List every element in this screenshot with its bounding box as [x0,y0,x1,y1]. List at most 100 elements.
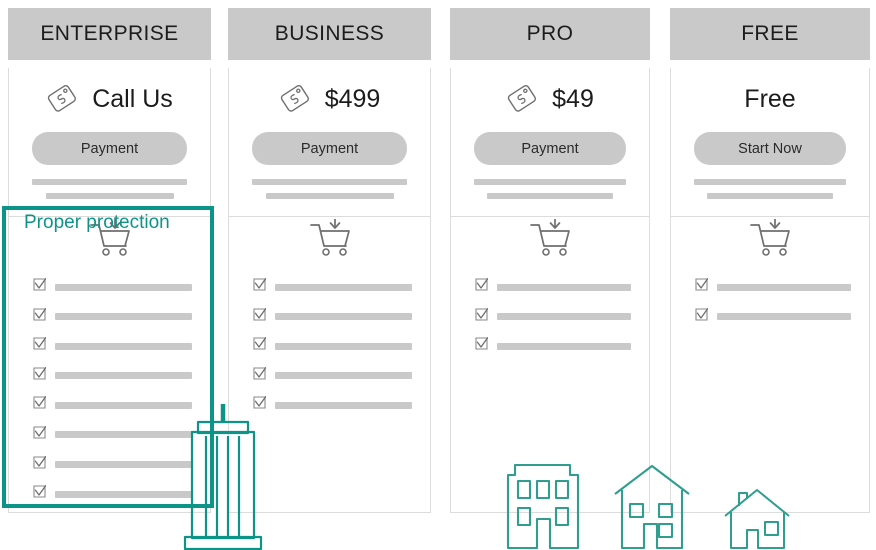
plan-body-business: $499 Payment [228,68,431,513]
placeholder-bar [45,193,174,199]
section-divider [451,216,649,217]
feature-list-pro [475,276,631,355]
placeholder-bar [265,193,394,199]
checkbox-checked-icon [33,305,48,326]
feature-row [253,335,412,355]
price-row-free: Free [671,68,869,130]
plan-name-free: FREE [741,22,799,45]
feature-row [475,335,631,355]
plan-name-enterprise: ENTERPRISE [40,22,179,45]
feature-row [253,276,412,296]
shopping-cart-download-icon [305,217,355,266]
plan-price-pro: $49 [552,84,594,113]
feature-placeholder-bar [55,490,192,498]
feature-row [253,394,412,414]
checkbox-checked-icon [33,364,48,385]
cta-wrap-pro: Payment [451,132,649,165]
checkbox-checked-icon [253,335,268,355]
price-tag-icon [46,81,82,118]
shopping-cart-download-icon [745,217,795,266]
plan-header-enterprise: ENTERPRISE [8,8,211,60]
placeholder-bars-free [671,179,869,199]
feature-row [33,276,192,296]
placeholder-bars-pro [451,179,649,199]
cart-icon-wrap-pro [451,217,649,266]
plan-price-enterprise: Call Us [92,84,173,113]
checkbox-checked-icon [253,305,268,326]
feature-placeholder-bar [497,283,631,291]
plan-header-pro: PRO [450,8,650,60]
checkbox-checked-icon [695,305,710,326]
cta-wrap-business: Payment [229,132,430,165]
price-row-pro: $49 [451,68,649,130]
payment-button-enterprise[interactable]: Payment [32,132,187,165]
feature-placeholder-bar [55,431,192,439]
checkbox-checked-icon [33,483,48,503]
payment-button-business[interactable]: Payment [252,132,407,165]
checkbox-checked-icon [253,394,268,414]
feature-row [253,364,412,385]
cart-icon-wrap-free [671,217,869,266]
highlight-label-proper-protection: Proper protection [24,212,170,233]
feature-list-free [695,276,851,326]
feature-placeholder-bar [55,342,192,350]
feature-placeholder-bar [717,313,851,321]
payment-button-pro[interactable]: Payment [474,132,626,165]
feature-placeholder-bar [497,342,631,350]
plan-body-free: Free Start Now [670,68,870,513]
price-row-enterprise: Call Us [9,68,210,130]
price-tag-icon [279,81,315,118]
feature-placeholder-bar [275,372,412,380]
plan-card-enterprise: ENTERPRISE Call Us Payment [8,8,211,513]
feature-row [253,305,412,326]
plan-name-pro: PRO [526,22,574,45]
plan-body-enterprise: Call Us Payment [8,68,211,513]
checkbox-checked-icon [33,276,48,296]
feature-placeholder-bar [275,401,412,409]
feature-row [33,305,192,326]
feature-placeholder-bar [55,401,192,409]
checkbox-checked-icon [33,394,48,414]
feature-row [33,424,192,444]
checkbox-checked-icon [33,424,48,444]
checkbox-checked-icon [253,364,268,385]
feature-list-enterprise [33,276,192,503]
placeholder-bar [707,193,833,199]
feature-placeholder-bar [55,313,192,321]
plan-card-pro: PRO $49 Payment [450,8,650,513]
placeholder-bar [694,179,846,185]
feature-placeholder-bar [275,283,412,291]
checkbox-checked-icon [475,335,490,355]
feature-row [33,483,192,503]
plan-card-business: BUSINESS $499 Payment [228,8,431,513]
plan-card-free: FREE Free Start Now [670,8,870,513]
feature-list-business [253,276,412,414]
cta-wrap-enterprise: Payment [9,132,210,165]
checkbox-checked-icon [695,276,710,296]
plan-price-business: $499 [324,84,381,113]
checkbox-checked-icon [475,276,490,296]
start-now-button-free[interactable]: Start Now [694,132,846,165]
plan-name-business: BUSINESS [274,22,385,45]
placeholder-bars-business [229,179,430,199]
feature-placeholder-bar [55,283,192,291]
feature-placeholder-bar [275,313,412,321]
price-tag-icon [506,81,542,118]
section-divider [229,216,430,217]
plan-header-business: BUSINESS [228,8,431,60]
section-divider [671,216,869,217]
checkbox-checked-icon [475,305,490,326]
feature-row [33,394,192,414]
shopping-cart-download-icon [525,217,575,266]
placeholder-bars-enterprise [9,179,210,199]
placeholder-bar [487,193,613,199]
cart-icon-wrap-business [229,217,430,266]
feature-row [33,335,192,355]
feature-placeholder-bar [717,283,851,291]
feature-placeholder-bar [275,342,412,350]
plan-header-free: FREE [670,8,870,60]
feature-row [475,276,631,296]
plan-price-free: Free [744,84,796,113]
feature-row [33,453,192,474]
checkbox-checked-icon [33,453,48,474]
